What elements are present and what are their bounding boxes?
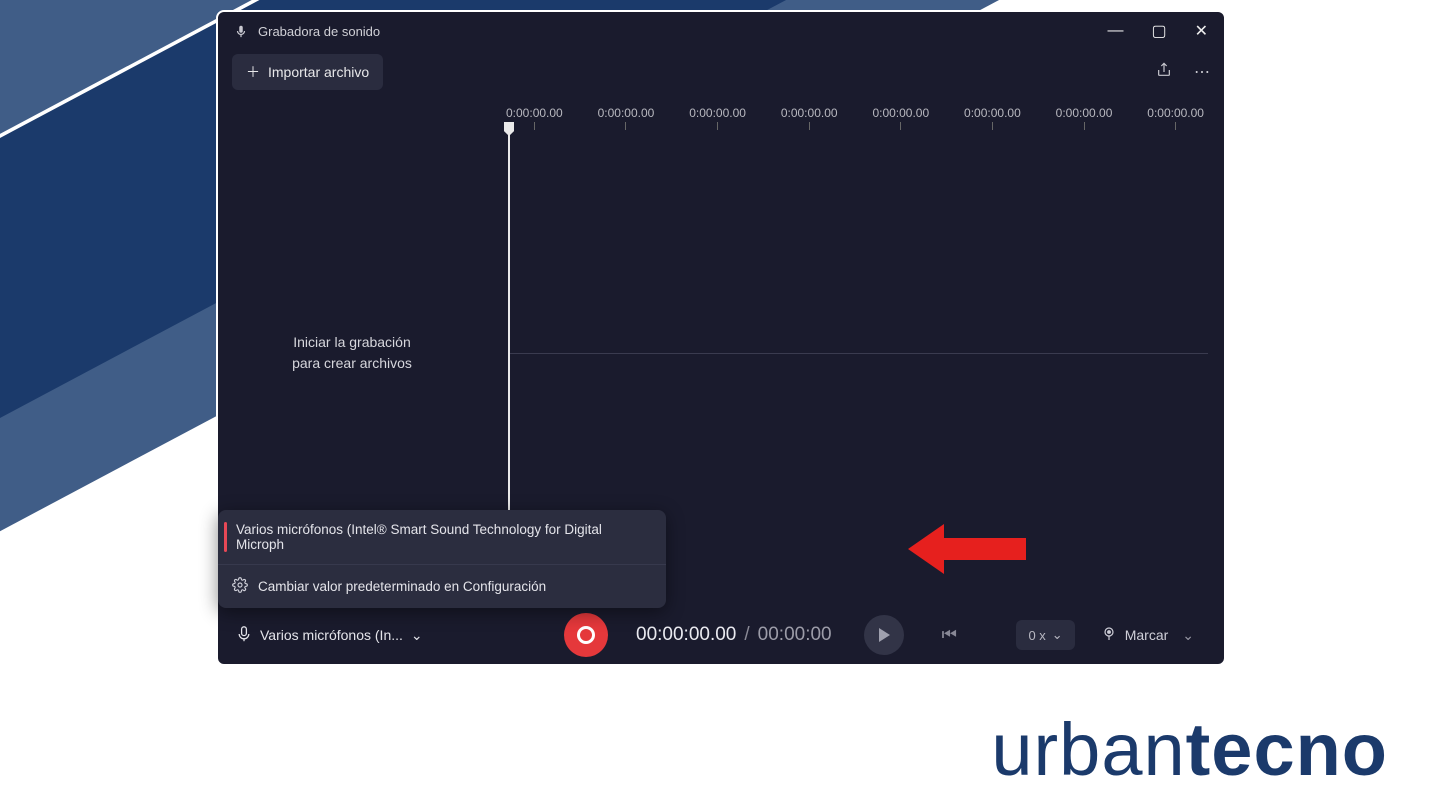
time-separator: / (744, 624, 749, 646)
minimize-button[interactable]: — (1107, 22, 1123, 40)
mic-dropdown-label: Varios micrófonos (In... (260, 627, 403, 643)
speed-dropdown[interactable]: 0 x ⌄ (1016, 620, 1074, 650)
play-button[interactable] (864, 615, 904, 655)
close-button[interactable]: ✕ (1195, 21, 1208, 41)
plus-icon: ＋ (246, 62, 260, 82)
share-icon[interactable] (1156, 62, 1172, 83)
window-controls: — ▢ ✕ (1107, 21, 1208, 41)
maximize-button[interactable]: ▢ (1151, 21, 1166, 41)
annotation-arrow (908, 516, 1028, 582)
app-title: Grabadora de sonido (258, 24, 380, 39)
mark-label: Marcar (1125, 627, 1169, 643)
control-bar: Varios micrófonos (In... ⌄ 00:00:00.00 /… (218, 606, 1224, 664)
mic-option[interactable]: Varios micrófonos (Intel® Smart Sound Te… (218, 510, 666, 564)
time-ruler: 0:00:00.00 0:00:00.00 0:00:00.00 0:00:00… (486, 100, 1224, 130)
mic-option-label: Varios micrófonos (Intel® Smart Sound Te… (236, 522, 652, 552)
brand-part: urban (991, 708, 1185, 791)
hint-line: para crear archivos (292, 353, 412, 374)
sidebar-hint: Iniciar la grabación para crear archivos (292, 332, 412, 374)
ruler-tick: 0:00:00.00 (872, 106, 929, 130)
mark-button[interactable]: Marcar ⌄ (1089, 619, 1206, 652)
ruler-tick: 0:00:00.00 (598, 106, 655, 130)
time-display: 00:00:00.00 / 00:00:00 (636, 624, 832, 646)
record-button[interactable] (564, 613, 608, 657)
settings-label: Cambiar valor predeterminado en Configur… (258, 579, 546, 594)
app-icon (234, 24, 248, 38)
mic-dropdown[interactable]: Varios micrófonos (In... ⌄ (236, 626, 462, 645)
open-settings-option[interactable]: Cambiar valor predeterminado en Configur… (218, 564, 666, 608)
time-total: 00:00:00 (758, 624, 832, 646)
ruler-tick: 0:00:00.00 (964, 106, 1021, 130)
mic-popup-menu: Varios micrófonos (Intel® Smart Sound Te… (218, 510, 666, 608)
speed-label: 0 x (1028, 628, 1045, 643)
chevron-down-icon: ⌄ (411, 627, 423, 644)
brand-logo: urbantecno (991, 707, 1388, 792)
ruler-tick: 0:00:00.00 (781, 106, 838, 130)
waveform-center-line (510, 353, 1208, 354)
titlebar-left: Grabadora de sonido (234, 24, 380, 39)
ruler-tick: 0:00:00.00 (1056, 106, 1113, 130)
mic-icon (236, 626, 252, 645)
skip-back-button[interactable]: ⏮ (942, 625, 957, 645)
import-file-button[interactable]: ＋ Importar archivo (232, 54, 383, 90)
app-window: Grabadora de sonido — ▢ ✕ ＋ Importar arc… (216, 10, 1226, 666)
titlebar: Grabadora de sonido — ▢ ✕ (218, 12, 1224, 50)
more-icon[interactable]: ⋯ (1194, 62, 1210, 82)
time-current: 00:00:00.00 (636, 624, 736, 646)
brand-part: tecno (1186, 708, 1388, 791)
ruler-tick: 0:00:00.00 (1147, 106, 1204, 130)
toolbar: ＋ Importar archivo ⋯ (218, 50, 1224, 100)
marker-icon (1101, 626, 1117, 645)
gear-icon (232, 577, 248, 596)
play-icon (879, 628, 890, 642)
toolbar-right: ⋯ (1156, 62, 1210, 83)
chevron-down-icon: ⌄ (1052, 627, 1063, 643)
ruler-tick: 0:00:00.00 (689, 106, 746, 130)
hint-line: Iniciar la grabación (292, 332, 412, 353)
chevron-down-icon: ⌄ (1182, 627, 1194, 644)
import-label: Importar archivo (268, 64, 369, 80)
record-icon (577, 626, 595, 644)
ruler-tick: 0:00:00.00 (506, 106, 563, 130)
